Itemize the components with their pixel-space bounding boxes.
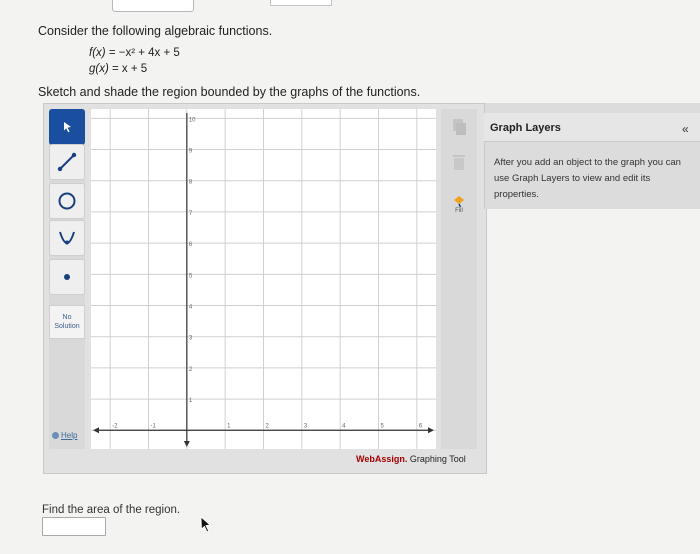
brand-name: WebAssign. <box>356 454 408 464</box>
x-tick-label: -2 <box>112 423 118 429</box>
fill-label: Fill <box>455 208 463 214</box>
pointer-tool-button[interactable] <box>49 109 85 145</box>
point-tool-button[interactable] <box>49 259 85 295</box>
question-intro: Consider the following algebraic functio… <box>38 24 273 38</box>
x-tick-label: 1 <box>227 423 231 429</box>
top-button-secondary[interactable] <box>270 0 332 6</box>
circle-tool-button[interactable] <box>49 183 85 219</box>
y-axis-arrow-down <box>183 441 190 447</box>
x-tick-label: 4 <box>342 423 346 429</box>
collapse-icon[interactable]: « <box>682 122 689 136</box>
graph-grid[interactable]: -2 -1 1 2 3 4 5 610987654321 <box>91 109 436 449</box>
function-g-name: g(x) <box>89 63 109 75</box>
copy-tool-button[interactable] <box>444 111 474 143</box>
function-g: g(x) = x + 5 <box>89 61 272 77</box>
point-icon <box>64 274 70 280</box>
help-label: Help <box>61 431 78 440</box>
function-f-name: f(x) <box>89 47 106 59</box>
webassign-brand: WebAssign. Graphing Tool <box>356 454 466 464</box>
function-definitions: f(x) = −x² + 4x + 5 g(x) = x + 5 <box>89 45 272 77</box>
x-tick-label: 5 <box>381 423 385 429</box>
x-axis-arrow-right <box>428 427 434 434</box>
graph-canvas[interactable]: -2 -1 1 2 3 4 5 6 10 9 8 7 6 5 4 3 2 1 <box>91 109 436 449</box>
mouse-cursor-icon <box>200 516 211 533</box>
x-tick-label: -1 <box>151 423 157 429</box>
fill-bucket-icon <box>454 196 464 208</box>
parabola-tool-button[interactable] <box>49 220 85 256</box>
help-icon <box>52 432 59 439</box>
top-button[interactable] <box>112 0 194 12</box>
pointer-icon <box>64 122 71 133</box>
brand-suffix: Graphing Tool <box>407 454 466 464</box>
line-tool-button[interactable] <box>49 144 85 180</box>
y-tick-label: 10 <box>189 117 196 123</box>
circle-icon <box>58 192 76 210</box>
x-tick-label: 6 <box>419 423 423 429</box>
area-question-label: Find the area of the region. <box>42 504 181 516</box>
no-solution-button[interactable]: No Solution <box>49 305 85 339</box>
x-tick-label: 3 <box>304 423 308 429</box>
copy-icon <box>453 119 466 135</box>
function-f: f(x) = −x² + 4x + 5 <box>89 45 272 61</box>
graph-layers-title: Graph Layers <box>490 122 561 134</box>
trash-icon <box>453 155 465 170</box>
area-answer-input[interactable] <box>42 517 106 536</box>
parabola-icon <box>59 231 75 245</box>
function-g-expression: = x + 5 <box>112 63 148 75</box>
x-axis-arrow-left <box>93 427 99 434</box>
fill-tool-button[interactable]: Fill <box>444 188 474 220</box>
x-tick-label: 2 <box>266 423 270 429</box>
instruction-text: Sketch and shade the region bounded by t… <box>38 85 421 99</box>
graph-layers-message: After you add an object to the graph you… <box>494 157 681 200</box>
question-text: Consider the following algebraic functio… <box>38 24 272 77</box>
help-link[interactable]: Help <box>52 431 77 440</box>
line-segment-icon <box>57 152 77 172</box>
no-solution-line1: No <box>62 314 72 321</box>
function-f-expression: = −x² + 4x + 5 <box>108 47 180 59</box>
delete-tool-button[interactable] <box>444 146 474 178</box>
no-solution-line2: Solution <box>54 323 80 330</box>
